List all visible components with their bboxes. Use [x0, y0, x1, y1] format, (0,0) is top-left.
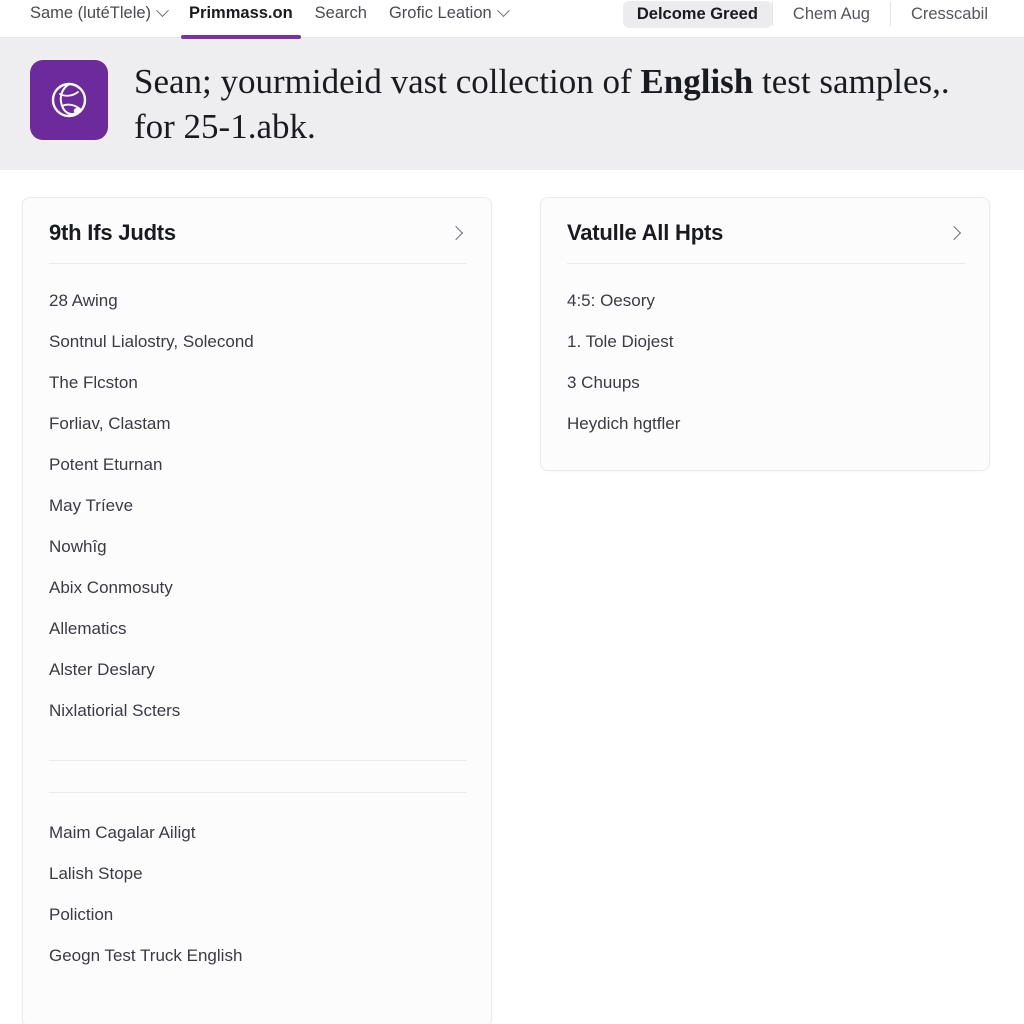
list-item[interactable]: The Flcston: [49, 362, 467, 403]
list-item[interactable]: Nixlatiorial Scters: [49, 690, 467, 731]
nav-item-chem-aug[interactable]: Chem Aug: [773, 5, 890, 24]
list-item[interactable]: Poliction: [49, 894, 467, 935]
left-card-header[interactable]: 9th Ifs Judts: [49, 220, 467, 263]
nav-item-label: Same (lutéTlele): [30, 4, 152, 22]
list-group-gap: [49, 731, 467, 760]
nav-item-label: Grofic Leation: [388, 4, 492, 22]
list-item[interactable]: 28 Awing: [49, 280, 467, 321]
promo-banner: Sean; yourmideid vast collection of Engl…: [0, 38, 1024, 170]
list-item[interactable]: Forliav, Clastam: [49, 403, 467, 444]
list-item[interactable]: 3 Chuups: [567, 362, 965, 403]
chevron-right-icon[interactable]: [946, 225, 962, 241]
list-item[interactable]: Abix Conmosuty: [49, 567, 467, 608]
nav-item-grofic-leation[interactable]: Grofic Leation: [388, 0, 510, 29]
chevron-down-icon[interactable]: [496, 3, 510, 17]
left-card-title: 9th Ifs Judts: [49, 220, 176, 245]
banner-headline: Sean; yourmideid vast collection of Engl…: [134, 58, 974, 150]
right-card-list: 4:5: Oesory 1. Tole Diojest 3 Chuups Hey…: [567, 264, 965, 444]
list-item[interactable]: Alster Deslary: [49, 649, 467, 690]
list-item[interactable]: 1. Tole Diojest: [567, 321, 965, 362]
list-item[interactable]: Lalish Stope: [49, 853, 467, 894]
nav-item-same-lutetlele[interactable]: Same (lutéTlele): [30, 0, 169, 29]
list-item[interactable]: May Tríeve: [49, 485, 467, 526]
banner-text-bold: English: [640, 62, 754, 101]
list-item[interactable]: Heydich hgtfler: [567, 403, 965, 444]
nav-left-group: Same (lutéTlele) Primmass.on Search Grof…: [30, 0, 510, 39]
nav-item-delcome-greed[interactable]: Delcome Greed: [622, 0, 772, 28]
list-item[interactable]: Maim Cagalar Ailigt: [49, 812, 467, 853]
left-card-list-group-one: 28 Awing Sontnul Lialostry, Solecond The…: [49, 264, 467, 731]
list-item[interactable]: Potent Eturnan: [49, 444, 467, 485]
main-content: 9th Ifs Judts 28 Awing Sontnul Lialostry…: [0, 170, 1024, 1024]
nav-item-label: Primmass.on: [189, 4, 293, 22]
chevron-down-icon[interactable]: [156, 3, 169, 17]
nav-item-label: Search: [314, 4, 367, 22]
right-panel-card: Vatulle All Hpts 4:5: Oesory 1. Tole Dio…: [540, 197, 990, 471]
left-panel-card: 9th Ifs Judts 28 Awing Sontnul Lialostry…: [22, 197, 492, 1024]
nav-right-group: Delcome Greed Chem Aug Cresscabil: [622, 0, 1008, 28]
list-item[interactable]: Allematics: [49, 608, 467, 649]
right-card-header[interactable]: Vatulle All Hpts: [567, 220, 965, 263]
left-card-list-group-two: Maim Cagalar Ailigt Lalish Stope Policti…: [49, 793, 467, 976]
nav-item-cresscabil[interactable]: Cresscabil: [891, 5, 1008, 24]
banner-text-before: Sean; yourmideid vast collection of: [134, 62, 641, 101]
list-item[interactable]: Geogn Test Truck English: [49, 935, 467, 976]
list-item[interactable]: Nowhîg: [49, 526, 467, 567]
globe-icon: [30, 60, 108, 140]
list-item[interactable]: Sontnul Lialostry, Solecond: [49, 321, 467, 362]
list-item[interactable]: 4:5: Oesory: [567, 280, 965, 321]
chevron-right-icon[interactable]: [448, 225, 464, 241]
nav-item-primmass-on[interactable]: Primmass.on: [181, 0, 301, 39]
top-navigation-bar: Same (lutéTlele) Primmass.on Search Grof…: [0, 0, 1024, 39]
list-group-spacer: [49, 761, 467, 792]
right-card-title: Vatulle All Hpts: [567, 220, 724, 245]
nav-item-search[interactable]: Search: [315, 0, 367, 29]
